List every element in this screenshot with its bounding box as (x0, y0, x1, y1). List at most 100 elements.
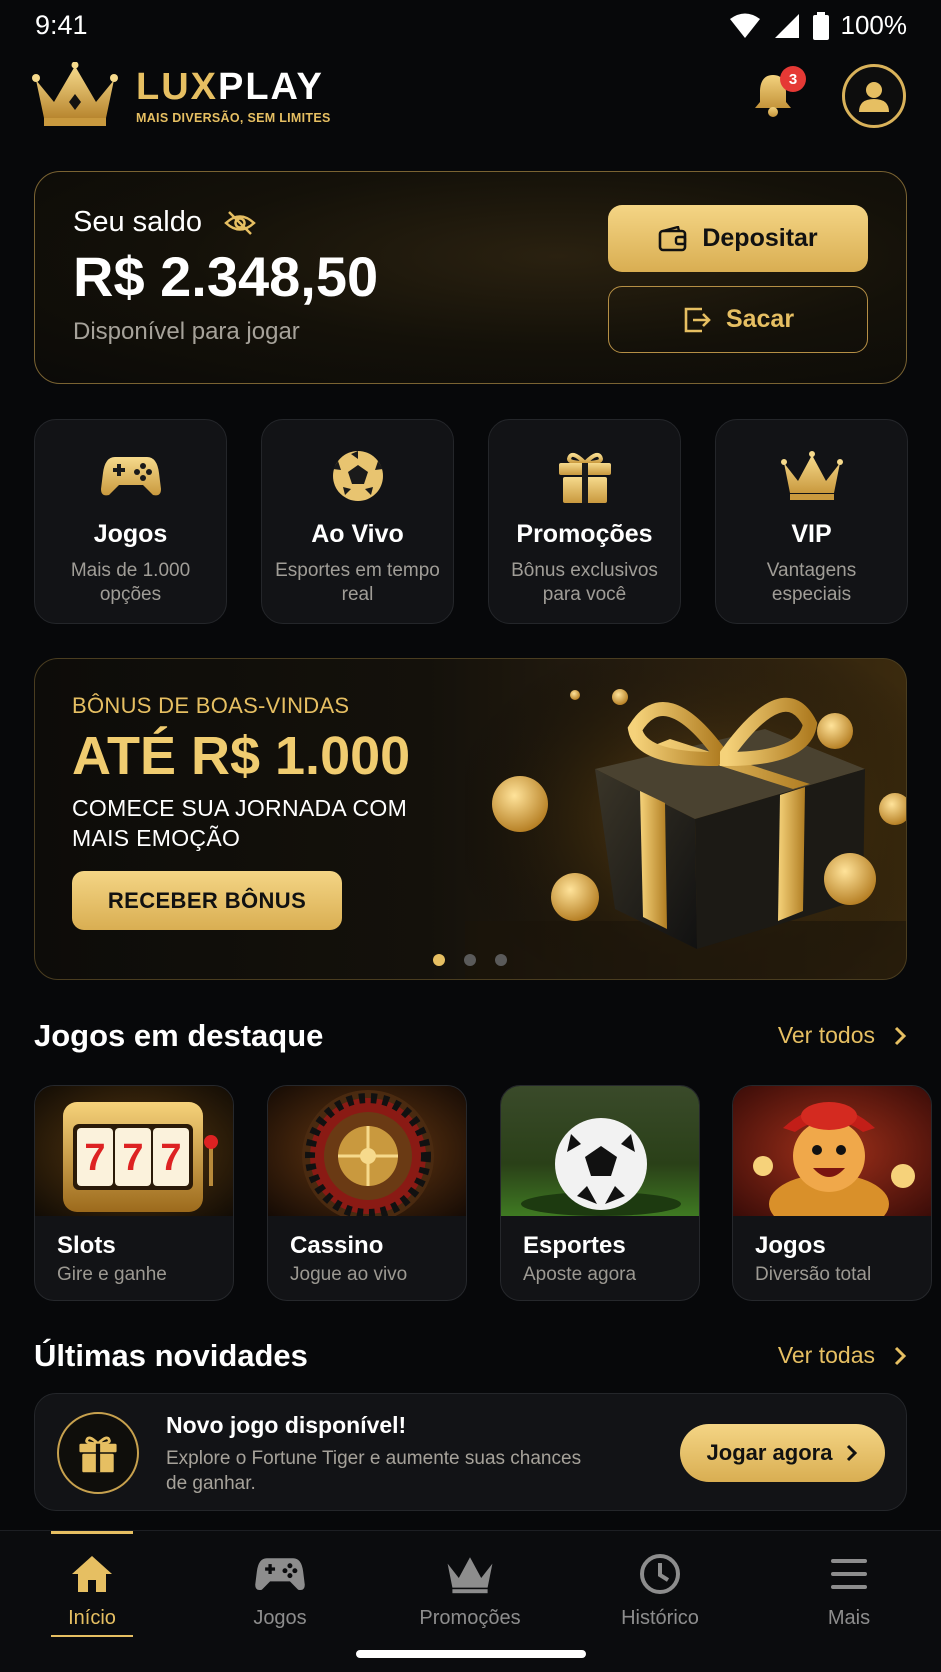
balance-label: Seu saldo (73, 206, 202, 238)
news-section-header: Últimas novidades Ver todas (34, 1338, 907, 1378)
status-icons: 100% (729, 10, 908, 41)
chevron-right-icon (846, 1444, 858, 1462)
gift-icon (557, 448, 613, 504)
quick-actions: Jogos Mais de 1.000 opções Ao Vivo Espor… (34, 419, 908, 624)
crown-logo-icon (32, 62, 118, 128)
user-icon (859, 82, 889, 112)
roulette-image (268, 1086, 466, 1216)
quick-card-desc: Mais de 1.000 opções (70, 560, 191, 605)
nav-label: Início (68, 1607, 116, 1629)
battery-percent: 100% (840, 10, 908, 40)
game-title: Jogos (755, 1232, 826, 1259)
withdraw-button[interactable]: Sacar (608, 286, 868, 353)
brand-name: LUXPLAY (136, 66, 324, 108)
carousel-dot[interactable] (495, 954, 507, 966)
quick-card-ao-vivo[interactable]: Ao Vivo Esportes em tempo real (261, 419, 454, 624)
link-label: Ver todos (777, 1022, 875, 1048)
promo-banner[interactable]: BÔNUS DE BOAS-VINDAS ATÉ R$ 1.000 COMECE… (34, 658, 907, 980)
balance-card: Seu saldo R$ 2.348,50 Disponível para jo… (34, 171, 907, 384)
quick-card-jogos[interactable]: Jogos Mais de 1.000 opções (34, 419, 227, 624)
brand: LUXPLAY MAIS DIVERSÃO, SEM LIMITES (136, 66, 331, 125)
link-label: Ver todas (777, 1342, 875, 1368)
withdraw-icon (682, 305, 712, 335)
quick-card-desc: Vantagens especiais (766, 560, 857, 605)
slot-machine-image: 7 7 7 (35, 1086, 233, 1216)
wifi-icon (729, 13, 761, 39)
status-bar: 9:41 100% (0, 0, 941, 52)
game-title: Cassino (290, 1232, 384, 1259)
nav-item-inicio[interactable]: Início (17, 1531, 167, 1651)
promo-kicker: BÔNUS DE BOAS-VINDAS (72, 693, 350, 718)
quick-card-title: Jogos (93, 520, 168, 548)
news-card[interactable]: Novo jogo disponível! Explore o Fortune … (34, 1393, 907, 1511)
battery-icon (812, 11, 829, 40)
notification-badge: 3 (780, 66, 806, 92)
nav-label: Promoções (419, 1607, 521, 1629)
soccer-image (501, 1086, 699, 1216)
avatar[interactable] (842, 64, 906, 128)
see-all-games-link[interactable]: Ver todos (778, 1022, 907, 1049)
news-title: Novo jogo disponível! (166, 1412, 407, 1438)
chevron-right-icon (893, 1346, 907, 1366)
app-header: LUXPLAY MAIS DIVERSÃO, SEM LIMITES 3 (0, 60, 941, 140)
carousel-dot[interactable] (464, 954, 476, 966)
nav-item-jogos[interactable]: Jogos (205, 1531, 355, 1651)
chevron-right-icon (893, 1026, 907, 1046)
quick-card-title: Ao Vivo (311, 520, 404, 548)
quick-card-promocoes[interactable]: Promoções Bônus exclusivos para você (488, 419, 681, 624)
quick-card-desc: Esportes em tempo real (275, 560, 440, 605)
featured-games-list: 7 7 7 Slots Gire e ganhe Cassino Jogue a… (34, 1085, 941, 1301)
game-subtitle: Jogue ao vivo (290, 1264, 408, 1285)
wallet-icon (658, 225, 688, 252)
nav-label: Mais (827, 1607, 871, 1629)
game-card-cassino[interactable]: Cassino Jogue ao vivo (267, 1085, 467, 1301)
news-description: Explore o Fortune Tiger e aumente suas c… (166, 1448, 582, 1494)
game-subtitle: Aposte agora (523, 1264, 637, 1285)
svg-text:7: 7 (122, 1137, 143, 1179)
carousel-dots (433, 954, 507, 966)
eye-off-icon[interactable] (224, 210, 256, 236)
quick-card-vip[interactable]: VIP Vantagens especiais (715, 419, 908, 624)
game-card-esportes[interactable]: Esportes Aposte agora (500, 1085, 700, 1301)
carousel-dot[interactable] (433, 954, 445, 966)
play-now-button[interactable]: Jogar agora (680, 1424, 885, 1482)
balance-label-row: Seu saldo (73, 206, 256, 239)
game-card-jogos[interactable]: Jogos Diversão total (732, 1085, 932, 1301)
deposit-label: Depositar (702, 224, 818, 252)
game-subtitle: Gire e ganhe (57, 1264, 167, 1285)
deposit-button[interactable]: Depositar (608, 205, 868, 272)
nav-label: Jogos (253, 1607, 307, 1629)
see-all-news-link[interactable]: Ver todas (778, 1342, 907, 1369)
play-now-label: Jogar agora (706, 1440, 833, 1465)
game-title: Esportes (523, 1232, 626, 1259)
gift-icon (57, 1412, 139, 1494)
featured-section-header: Jogos em destaque Ver todos (34, 1018, 907, 1058)
svg-text:7: 7 (160, 1137, 181, 1179)
gamepad-icon (255, 1551, 305, 1597)
fortune-character-image (733, 1086, 931, 1216)
home-indicator[interactable] (356, 1650, 586, 1658)
menu-icon (829, 1551, 869, 1597)
game-subtitle: Diversão total (755, 1264, 872, 1285)
balance-subtitle: Disponível para jogar (73, 318, 300, 345)
nav-item-historico[interactable]: Histórico (585, 1531, 735, 1651)
nav-active-underline (51, 1635, 133, 1637)
crown-icon (780, 448, 843, 504)
promo-description: COMECE SUA JORNADA COM MAIS EMOÇÃO (72, 795, 408, 851)
nav-item-promocoes[interactable]: Promoções (395, 1531, 545, 1651)
quick-card-title: Promoções (516, 520, 653, 548)
game-title: Slots (57, 1232, 116, 1259)
clock-icon (639, 1551, 681, 1597)
gift-box-illustration (465, 659, 906, 979)
nav-item-mais[interactable]: Mais (774, 1531, 924, 1651)
section-title: Jogos em destaque (34, 1018, 324, 1053)
game-card-slots[interactable]: 7 7 7 Slots Gire e ganhe (34, 1085, 234, 1301)
home-icon (70, 1551, 114, 1597)
svg-text:7: 7 (84, 1137, 105, 1179)
balance-amount: R$ 2.348,50 (73, 245, 379, 308)
promo-headline: ATÉ R$ 1.000 (72, 726, 411, 786)
receive-bonus-button[interactable]: RECEBER BÔNUS (72, 871, 342, 930)
quick-card-title: VIP (791, 520, 832, 548)
quick-card-desc: Bônus exclusivos para você (511, 560, 658, 605)
soccer-ball-icon (331, 448, 385, 504)
